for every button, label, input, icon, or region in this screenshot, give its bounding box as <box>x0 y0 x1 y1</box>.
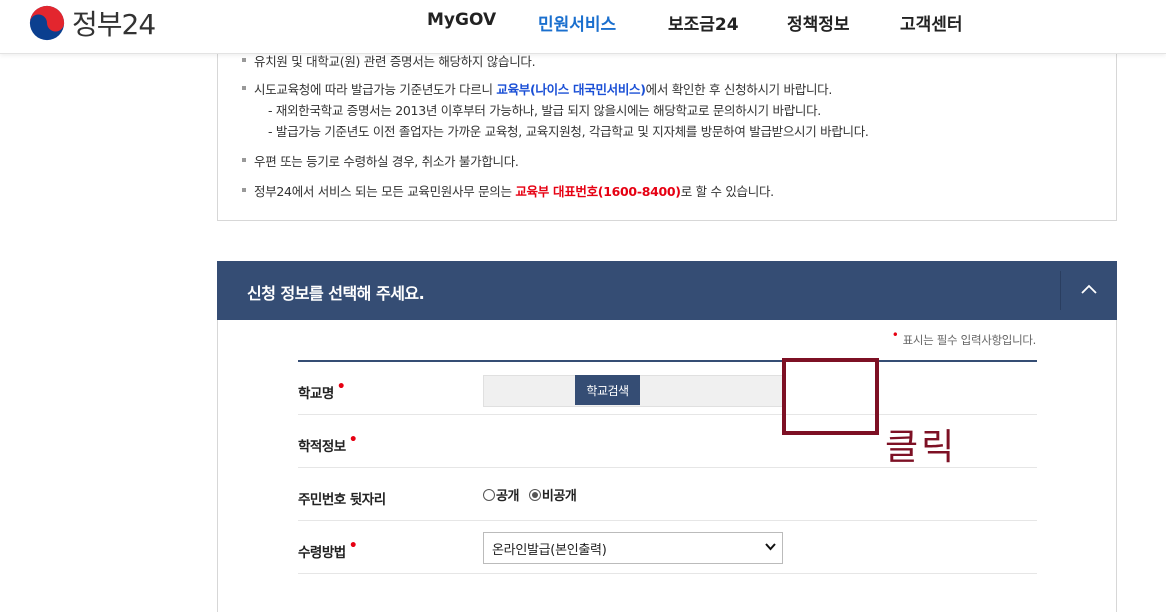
required-star: • <box>348 432 358 448</box>
school-search-button[interactable]: 학교검색 <box>575 375 640 405</box>
notice-line-1-post: 에서 확인한 후 신청하시기 바랍니다. <box>645 82 833 97</box>
school-label-text: 학교명 <box>298 386 334 402</box>
notice-line-3-post: 로 할 수 있습니다. <box>680 184 774 199</box>
ssn-label: 주민번호 뒷자리 <box>298 492 386 508</box>
record-label-text: 학적정보 <box>298 439 346 455</box>
radio-private[interactable] <box>528 488 541 501</box>
required-mark: • <box>891 328 899 342</box>
collapse-button[interactable] <box>1061 261 1117 320</box>
required-star: • <box>348 538 358 554</box>
bullet-icon <box>242 58 246 62</box>
contact-number: 교육부 대표번호(1600-8400) <box>515 184 681 199</box>
nav-item-civil-service[interactable]: 민원서비스 <box>538 10 616 35</box>
notice-sub-1: - 재외한국학교 증명서는 2013년 이후부터 가능하나, 발급 되지 않을시… <box>268 103 821 118</box>
required-note: • 표시는 필수 입력사항입니다. <box>892 328 1037 348</box>
neis-link[interactable]: 교육부(나이스 대국민서비스) <box>496 82 646 97</box>
record-label: 학적정보 • <box>298 432 358 455</box>
radio-public-label[interactable]: 공개 <box>496 485 519 504</box>
nav-item-policy[interactable]: 정책정보 <box>787 10 850 35</box>
bullet-icon <box>242 86 246 90</box>
notice-sub-2: - 발급가능 기준년도 이전 졸업자는 가까운 교육청, 교육지원청, 각급학교… <box>268 124 869 139</box>
receive-label-text: 수령방법 <box>298 545 346 561</box>
annotation-click-text: 클릭 <box>885 427 958 468</box>
nav-item-mygov[interactable]: MyGOV <box>427 10 496 30</box>
notice-line-2: 우편 또는 등기로 수령하실 경우, 취소가 불가합니다. <box>254 154 519 169</box>
bullet-icon <box>242 188 246 192</box>
notice-line-1-pre: 시도교육청에 따라 발급가능 기준년도가 다르니 <box>254 82 497 97</box>
bullet-icon <box>242 158 246 162</box>
main-nav: MyGOV 민원서비스 보조금24 정책정보 고객센터 <box>0 10 1166 35</box>
notice-line-3-pre: 정부24에서 서비스 되는 모든 교육민원사무 문의는 <box>254 184 516 199</box>
ssn-row: 주민번호 뒷자리 공개 비공개 <box>298 468 1037 521</box>
school-row: 학교명 • <box>298 362 1037 415</box>
annotation-highlight-box <box>782 358 879 435</box>
top-header: 정부24 MyGOV 민원서비스 보조금24 정책정보 고객센터 <box>0 0 1166 54</box>
receive-row: 수령방법 • 온라인발급(본인출력) <box>298 521 1037 574</box>
radio-public[interactable] <box>483 488 495 501</box>
chevron-down-icon <box>765 543 776 551</box>
radio-private-label[interactable]: 비공개 <box>542 485 577 504</box>
ssn-radio-group: 공개 비공개 <box>483 485 586 504</box>
required-star: • <box>336 379 346 395</box>
receive-method-select[interactable]: 온라인발급(본인출력) <box>483 532 783 564</box>
nav-item-subsidy[interactable]: 보조금24 <box>668 10 739 35</box>
application-form: • 표시는 필수 입력사항입니다. 학교명 • 학적정보 • 주민번호 뒷자리 공개 … <box>217 320 1117 612</box>
notice-line-1: 시도교육청에 따라 발급가능 기준년도가 다르니 교육부(나이스 대국민서비스)… <box>254 79 832 98</box>
chevron-up-icon <box>1081 284 1097 294</box>
school-label: 학교명 • <box>298 379 346 402</box>
receive-label: 수령방법 • <box>298 538 358 561</box>
notice-line-3: 정부24에서 서비스 되는 모든 교육민원사무 문의는 교육부 대표번호(160… <box>254 181 774 200</box>
required-note-text: 표시는 필수 입력사항입니다. <box>902 333 1037 347</box>
section-title: 신청 정보를 선택해 주세요. <box>247 284 425 303</box>
receive-method-value: 온라인발급(본인출력) <box>492 543 607 558</box>
section-header: 신청 정보를 선택해 주세요. <box>217 261 1117 320</box>
notice-box: 유치원 및 대학교(원) 관련 증명서는 해당하지 않습니다. 시도교육청에 따… <box>217 40 1117 221</box>
nav-item-customer-center[interactable]: 고객센터 <box>900 10 963 35</box>
